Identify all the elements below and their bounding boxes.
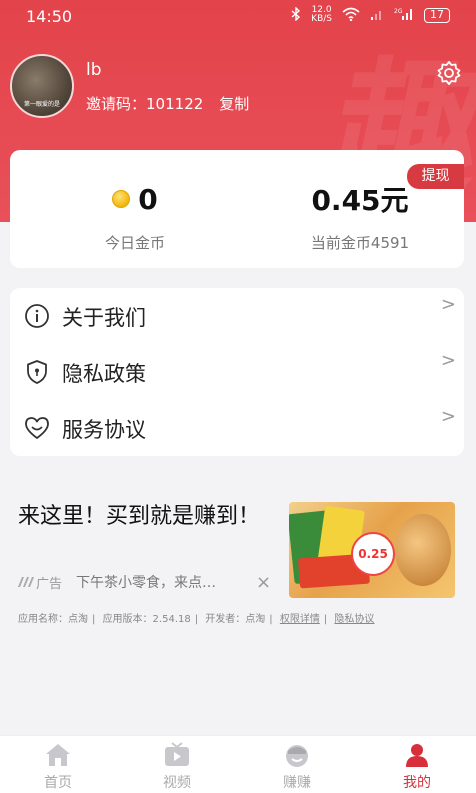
chips-image [395,514,451,586]
menu-item-terms[interactable]: 服务协议 > [10,400,464,456]
tab-label: 我的 [403,775,431,791]
today-coins-label: 今日金币 [104,234,165,252]
ad-price-badge: 0.25 [351,532,395,576]
chevron-right-icon: > [440,406,456,427]
ad-description: 下午茶小零食，来点… [76,575,217,591]
chevron-right-icon: > [440,350,456,371]
signal-2g-icon: 2G [394,7,414,24]
svg-text:2G: 2G [394,8,403,15]
invite-code-row: 邀请码：101122 复制 [86,93,249,114]
ad-developer: 开发者：点淘 [205,614,266,625]
bluetooth-icon [291,5,301,24]
status-bar: 14:50 12.0 KB/S 2G 17 [0,0,476,34]
profile-icon [403,742,431,768]
tab-label: 首页 [44,775,72,791]
tab-label: 视频 [163,775,191,791]
balance-value: 0.45元 [311,184,409,217]
coin-icon [112,190,131,208]
menu-item-label: 隐私政策 [62,362,146,386]
ad-headline[interactable]: 来这里！买到就是赚到！ [18,500,268,534]
gear-icon[interactable] [436,60,462,86]
menu-item-label: 关于我们 [62,306,146,330]
signal-off-icon [370,7,384,24]
wifi-icon [342,7,360,24]
balance[interactable]: 0.45元 当前金币4591 [275,180,445,253]
tab-video[interactable]: 视频 [137,742,217,792]
avatar-caption: 第一眼爱的是 [23,101,60,108]
ad-app-info: 应用名称：点淘 | 应用版本：2.54.18 | 开发者：点淘 | 权限详情 | 隐私协… [18,614,375,625]
earn-icon [283,742,311,768]
settings-menu: 关于我们 > 隐私政策 > 服务协议 > [10,288,464,456]
ad-banner[interactable]: 来这里！买到就是赚到！ 广告 下午茶小零食，来点… × 0.25 应用名称：点淘… [0,482,476,632]
ad-tag-label: 广告 [36,576,63,592]
invite-code-text: 邀请码：101122 [86,93,203,114]
permissions-link[interactable]: 权限详情 [280,614,320,625]
shield-lock-icon [24,359,50,385]
tab-profile[interactable]: 我的 [377,742,457,792]
speed-unit: KB/S [311,14,332,24]
ad-app-name: 应用名称：点淘 [18,614,88,625]
today-coins: 0 今日金币 [70,180,200,253]
ad-image[interactable]: 0.25 [289,502,455,598]
invite-label: 邀请码： [86,95,147,113]
menu-item-privacy[interactable]: 隐私政策 > [10,344,464,400]
close-icon[interactable]: × [256,572,271,593]
menu-item-label: 服务协议 [62,418,146,442]
tab-earn[interactable]: 赚赚 [257,742,337,792]
copy-button[interactable]: 复制 [219,93,249,114]
menu-item-about[interactable]: 关于我们 > [10,288,464,344]
status-time: 14:50 [26,7,73,26]
wallet-card: 提现 0 今日金币 0.45元 当前金币4591 [10,150,464,268]
invite-code: 101122 [146,95,204,113]
ad-app-version: 应用版本：2.54.18 [102,614,191,625]
current-coins-label: 当前金币4591 [310,234,410,252]
ad-sponsor-row: 广告 下午茶小零食，来点… [18,572,216,592]
tab-label: 赚赚 [283,775,311,791]
heart-smile-icon [24,415,50,441]
battery-indicator: 17 [424,7,450,23]
privacy-link[interactable]: 隐私协议 [334,614,374,625]
today-coins-value: 0 [138,182,158,216]
tab-home[interactable]: 首页 [18,742,98,792]
avatar[interactable]: 第一眼爱的是 [10,54,74,118]
bottom-tab-bar: 首页 视频 赚赚 我的 [0,735,476,793]
ad-tag: 广告 [18,573,62,592]
ad-logo-icon [18,577,34,587]
home-icon [44,742,72,768]
video-icon [163,742,191,768]
info-icon [24,303,50,329]
username: lb [86,60,102,80]
chevron-right-icon: > [440,294,456,315]
network-speed: 12.0 KB/S [311,6,332,24]
